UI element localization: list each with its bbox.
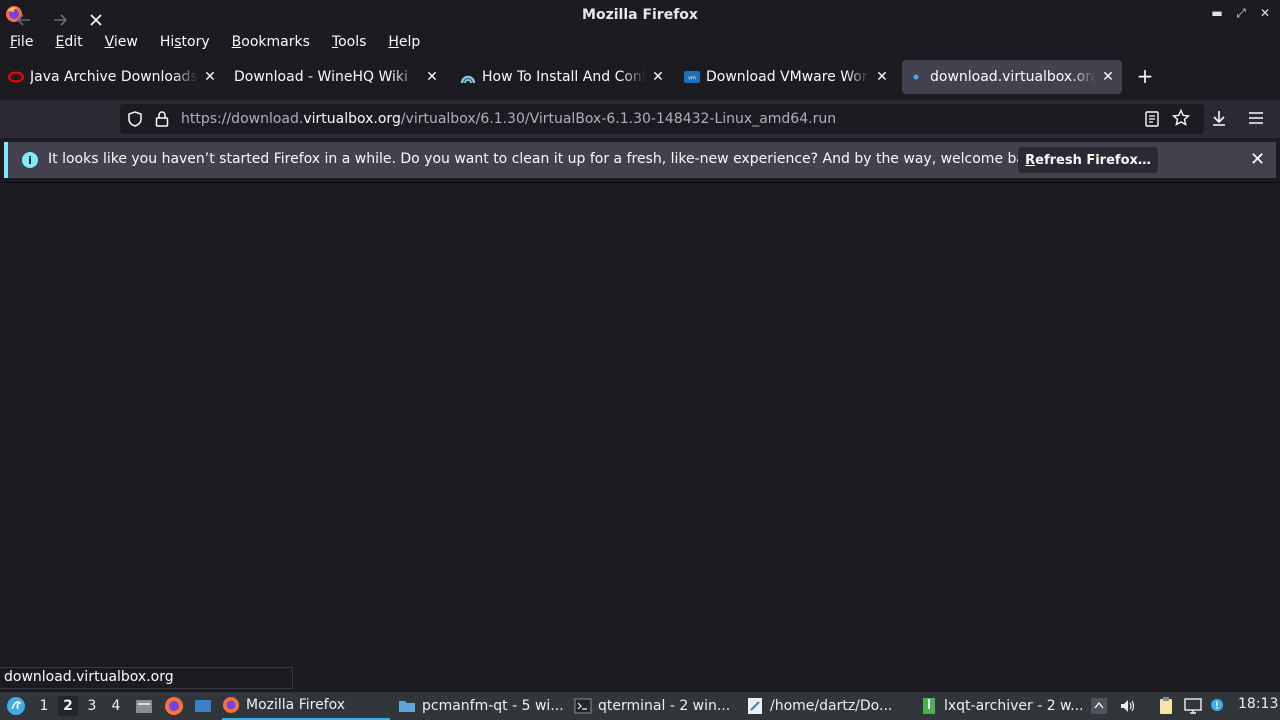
desktop-4[interactable]: 4 xyxy=(106,696,126,716)
close-icon[interactable]: ✕ xyxy=(650,69,666,85)
tracking-protection-shield-icon[interactable] xyxy=(126,110,144,132)
show-desktop-icon[interactable] xyxy=(193,692,213,720)
close-icon[interactable]: ✕ xyxy=(874,69,890,85)
info-icon: i xyxy=(22,152,38,168)
desktop-3[interactable]: 3 xyxy=(82,696,102,716)
tab-winehq[interactable]: Download - WineHQ Wiki ✕ xyxy=(234,60,440,94)
task-text-editor[interactable]: /home/dartz/Do... xyxy=(746,692,906,720)
maximize-icon[interactable]: ⤢ xyxy=(1234,6,1248,21)
menu-edit[interactable]: Edit xyxy=(55,34,82,50)
menu-history[interactable]: History xyxy=(160,34,210,50)
firefox-icon xyxy=(222,696,240,714)
tab-label: Download VMware Workstation xyxy=(706,69,870,85)
folder-icon xyxy=(398,697,416,715)
url-bar[interactable]: https://download.virtualbox.org/virtualb… xyxy=(120,104,1204,134)
main-menu-icon[interactable] xyxy=(6,692,26,720)
terminal-icon xyxy=(574,697,592,715)
status-panel: download.virtualbox.org xyxy=(0,667,293,689)
menu-bookmarks[interactable]: Bookmarks xyxy=(232,34,310,50)
network-icon[interactable] xyxy=(1183,692,1203,720)
notification-text: It looks like you haven’t started Firefo… xyxy=(48,151,1047,167)
page-content[interactable] xyxy=(0,182,1280,692)
desktop-1[interactable]: 1 xyxy=(34,696,54,716)
tab-label: Download - WineHQ Wiki xyxy=(234,69,408,85)
notification-bar: i It looks like you haven’t started Fire… xyxy=(4,142,1276,178)
lock-icon[interactable] xyxy=(154,110,170,132)
task-label: pcmanfm-qt - 5 wi... xyxy=(422,698,564,714)
firefox-launcher-icon[interactable] xyxy=(164,692,184,720)
taskbar: 1 2 3 4 Mozilla Firefox pcmanfm-qt - 5 w… xyxy=(0,692,1280,720)
tab-label: download.virtualbox.org/ xyxy=(930,69,1096,85)
task-mozilla-firefox[interactable]: Mozilla Firefox xyxy=(222,692,390,720)
hamburger-menu-icon[interactable] xyxy=(1246,108,1266,128)
tecmint-icon xyxy=(460,69,476,85)
menu-view[interactable]: View xyxy=(105,34,138,50)
task-label: Mozilla Firefox xyxy=(246,697,346,713)
clipboard-icon[interactable] xyxy=(1156,692,1176,720)
loading-icon xyxy=(908,69,924,85)
minimize-icon[interactable]: ▬ xyxy=(1210,6,1224,21)
oracle-icon xyxy=(8,69,24,85)
reader-view-icon[interactable] xyxy=(1144,110,1160,132)
volume-icon[interactable] xyxy=(1118,692,1138,720)
notification-info-icon[interactable] xyxy=(1209,692,1225,720)
clock[interactable]: 18:13 xyxy=(1238,696,1278,712)
forward-icon[interactable] xyxy=(50,10,70,30)
task-qterminal[interactable]: qterminal - 2 win... xyxy=(574,692,734,720)
refresh-firefox-button[interactable]: Refresh Firefox… xyxy=(1018,147,1158,173)
close-icon[interactable]: ✕ xyxy=(1100,69,1116,85)
task-label: qterminal - 2 win... xyxy=(598,698,731,714)
bookmark-star-icon[interactable] xyxy=(1171,108,1191,131)
task-label: lxqt-archiver - 2 w... xyxy=(944,698,1082,714)
tab-virtualbox[interactable]: download.virtualbox.org/ ✕ xyxy=(902,60,1122,94)
stop-loading-icon[interactable] xyxy=(86,10,106,30)
file-manager-launcher-icon[interactable] xyxy=(134,692,154,720)
task-pcmanfm[interactable]: pcmanfm-qt - 5 wi... xyxy=(398,692,564,720)
tabbar: Java Archive Downloads ✕ Download - Wine… xyxy=(0,58,1280,96)
close-window-icon[interactable]: ✕ xyxy=(1258,6,1272,21)
menu-help[interactable]: Help xyxy=(388,34,420,50)
tab-java-archive[interactable]: Java Archive Downloads ✕ xyxy=(8,60,218,94)
window-title: Mozilla Firefox xyxy=(582,6,698,23)
tray-expand-icon[interactable] xyxy=(1090,692,1108,720)
close-icon[interactable]: ✕ xyxy=(1250,149,1265,170)
task-lxqt-archiver[interactable]: lxqt-archiver - 2 w... xyxy=(920,692,1082,720)
archive-icon xyxy=(920,697,938,715)
tab-label: How To Install And Configure xyxy=(482,69,646,85)
menu-file[interactable]: File xyxy=(10,34,33,50)
svg-text:vm: vm xyxy=(688,76,696,82)
text-editor-icon xyxy=(746,697,764,715)
downloads-icon[interactable] xyxy=(1209,108,1229,128)
url-text[interactable]: https://download.virtualbox.org/virtualb… xyxy=(181,111,836,127)
task-label: /home/dartz/Do... xyxy=(770,698,893,714)
desktop-2[interactable]: 2 xyxy=(58,696,78,716)
tab-vmware[interactable]: vm Download VMware Workstation ✕ xyxy=(684,60,890,94)
close-icon[interactable]: ✕ xyxy=(202,69,218,85)
menu-tools[interactable]: Tools xyxy=(332,34,367,50)
window-controls: ▬ ⤢ ✕ xyxy=(1210,6,1272,21)
back-icon[interactable] xyxy=(14,10,34,30)
tab-tecmint[interactable]: How To Install And Configure ✕ xyxy=(460,60,666,94)
new-tab-icon[interactable]: + xyxy=(1136,66,1154,86)
tab-label: Java Archive Downloads xyxy=(30,69,198,85)
vmware-icon: vm xyxy=(684,69,700,85)
window-titlebar: Mozilla Firefox ▬ ⤢ ✕ xyxy=(0,0,1280,29)
close-icon[interactable]: ✕ xyxy=(424,69,440,85)
menubar: File Edit View History Bookmarks Tools H… xyxy=(0,29,1280,54)
